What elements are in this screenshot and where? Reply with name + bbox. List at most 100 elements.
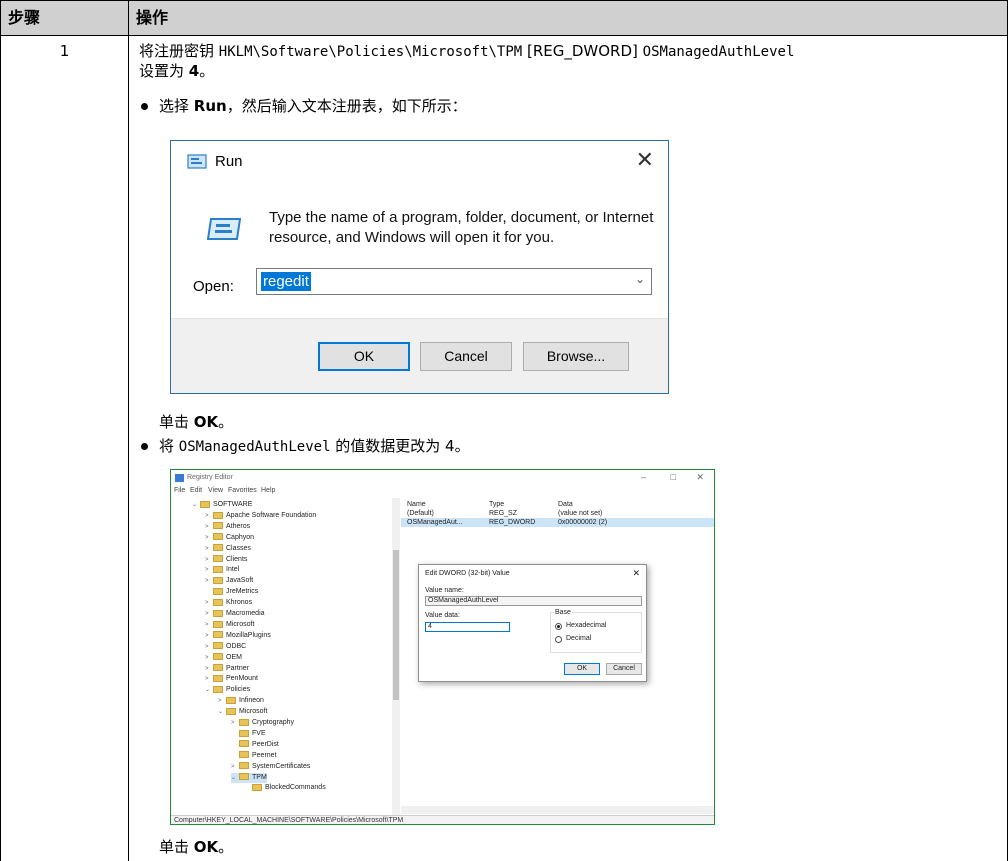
tree-node[interactable]: > ODBC: [205, 642, 246, 652]
tree-expander-icon[interactable]: ⌄: [205, 685, 213, 695]
tree-expander-icon[interactable]: >: [205, 609, 213, 619]
close-icon[interactable]: ✕: [696, 472, 704, 483]
tree-expander-icon[interactable]: >: [205, 533, 213, 543]
cancel-button[interactable]: Cancel: [420, 342, 512, 371]
tree-expander-icon[interactable]: >: [231, 762, 239, 772]
maximize-icon[interactable]: □: [671, 472, 676, 482]
tree-expander-icon[interactable]: >: [205, 511, 213, 521]
run-keyword: Run: [193, 97, 227, 115]
run-description-line-2: resource, and Windows will open it for y…: [269, 229, 555, 246]
values-hscrollbar[interactable]: [401, 806, 714, 814]
tree-expander-icon[interactable]: >: [205, 576, 213, 586]
open-input-value[interactable]: regedit: [261, 272, 311, 291]
tree-node[interactable]: ⌄ Microsoft: [218, 707, 267, 717]
tree-expander-icon[interactable]: ⌄: [231, 773, 239, 783]
close-icon[interactable]: ✕: [636, 147, 654, 173]
tree-node[interactable]: > SystemCertificates: [231, 762, 310, 772]
run-description: Type the name of a program, folder, docu…: [269, 208, 653, 248]
tree-node-label: Microsoft: [239, 708, 268, 716]
tree-node[interactable]: > Atheros: [205, 522, 250, 532]
tree-node[interactable]: > Infineon: [218, 696, 264, 706]
tree-expander-icon[interactable]: >: [205, 598, 213, 608]
tree-expander-icon[interactable]: >: [205, 565, 213, 575]
set-suffix: 。: [199, 62, 215, 80]
tree-node[interactable]: > Apache Software Foundation: [205, 511, 316, 521]
registry-icon: [175, 474, 184, 482]
column-divider: [128, 36, 129, 861]
tree-node[interactable]: > Khronos: [205, 598, 252, 608]
folder-icon: [213, 620, 223, 628]
tree-node[interactable]: > MozillaPlugins: [205, 631, 271, 641]
tree-node[interactable]: ⌄ TPM: [231, 772, 267, 783]
value-row-osmanaged-name[interactable]: OSManagedAut...: [407, 518, 463, 527]
tree-expander-icon[interactable]: >: [205, 653, 213, 663]
folder-icon: [213, 653, 223, 661]
tree-expander-icon[interactable]: ⌄: [218, 707, 226, 717]
folder-icon: [239, 718, 249, 726]
dword-cancel-button[interactable]: Cancel: [606, 663, 642, 675]
menu-help[interactable]: Help: [261, 487, 275, 494]
tree-expander-icon[interactable]: >: [218, 696, 226, 706]
dword-ok-button[interactable]: OK: [564, 663, 600, 675]
bullet2-value-name: OSManagedAuthLevel: [178, 439, 331, 455]
header-step: 步骤: [8, 8, 41, 27]
tree-node-label: Macromedia: [226, 610, 265, 617]
close-icon[interactable]: ✕: [632, 568, 640, 579]
tree-expander-icon[interactable]: >: [205, 544, 213, 554]
hexadecimal-radio[interactable]: [555, 623, 562, 630]
menu-file[interactable]: File: [174, 487, 185, 494]
menu-view[interactable]: View: [208, 487, 223, 494]
minimize-icon[interactable]: –: [641, 472, 646, 482]
tree-node[interactable]: BlockedCommands: [244, 783, 326, 793]
hexadecimal-label: Hexadecimal: [566, 622, 607, 629]
tree-expander-icon[interactable]: >: [231, 718, 239, 728]
tree-node[interactable]: > Cryptography: [231, 718, 294, 728]
tree-node[interactable]: FVE: [231, 729, 266, 739]
tree-expander-icon[interactable]: >: [205, 555, 213, 565]
tree-expander-icon[interactable]: >: [205, 631, 213, 641]
value-data-field[interactable]: 4: [425, 622, 510, 632]
tree-node[interactable]: > Microsoft: [205, 620, 254, 630]
chevron-down-icon[interactable]: ⌄: [635, 272, 645, 286]
tree-node[interactable]: > Intel: [205, 565, 239, 575]
tree-node[interactable]: PeerDist: [231, 740, 279, 750]
tree-node[interactable]: > Classes: [205, 544, 251, 554]
ok-button[interactable]: OK: [318, 342, 410, 371]
menu-favorites[interactable]: Favorites: [228, 487, 257, 494]
col-name-header[interactable]: Name: [407, 500, 426, 509]
tree-node-label: Infineon: [239, 697, 264, 705]
bullet1-prefix: 选择: [159, 97, 194, 115]
tree-node[interactable]: > Caphyon: [205, 533, 254, 543]
tree-expander-icon[interactable]: >: [205, 664, 213, 674]
tree-expander-icon[interactable]: >: [205, 620, 213, 630]
tree-node[interactable]: > PenMount: [205, 674, 258, 684]
tree-expander-icon[interactable]: ⌄: [192, 500, 200, 510]
tree-node[interactable]: Peernet: [231, 751, 277, 761]
click1-prefix: 单击: [159, 413, 194, 431]
tree-expander-icon[interactable]: >: [205, 522, 213, 532]
col-type-header[interactable]: Type: [489, 500, 504, 509]
bullet2-suffix: 的值数据更改为 4。: [330, 437, 470, 455]
col-data-header[interactable]: Data: [558, 500, 573, 509]
tree-node[interactable]: > Macromedia: [205, 609, 265, 619]
tree-node[interactable]: > Clients: [205, 555, 247, 565]
tree-node[interactable]: > Partner: [205, 664, 249, 674]
tree-node[interactable]: > JavaSoft: [205, 576, 253, 586]
browse-button[interactable]: Browse...: [523, 342, 629, 371]
tree-expander-icon[interactable]: >: [205, 674, 213, 684]
instruction-prefix: 将注册密钥: [139, 42, 219, 60]
value-name-field[interactable]: OSManagedAuthLevel: [425, 596, 642, 606]
menu-edit[interactable]: Edit: [190, 487, 202, 494]
registry-value-name: OSManagedAuthLevel: [642, 44, 795, 60]
tree-scrollbar-thumb[interactable]: [393, 550, 399, 700]
tree-node[interactable]: ⌄ SOFTWARE: [192, 500, 252, 510]
value-row-default-name[interactable]: (Default): [407, 509, 434, 518]
tree-node[interactable]: ⌄ Policies: [205, 685, 250, 695]
tree-node[interactable]: JreMetrics: [205, 587, 258, 597]
open-combobox[interactable]: regedit ⌄: [256, 268, 652, 295]
tree-expander-icon[interactable]: >: [205, 642, 213, 652]
tree-node[interactable]: > OEM: [205, 653, 242, 663]
tree-scrollbar[interactable]: [392, 498, 400, 815]
tree-node-label: ODBC: [226, 642, 247, 650]
decimal-radio[interactable]: [555, 636, 562, 643]
